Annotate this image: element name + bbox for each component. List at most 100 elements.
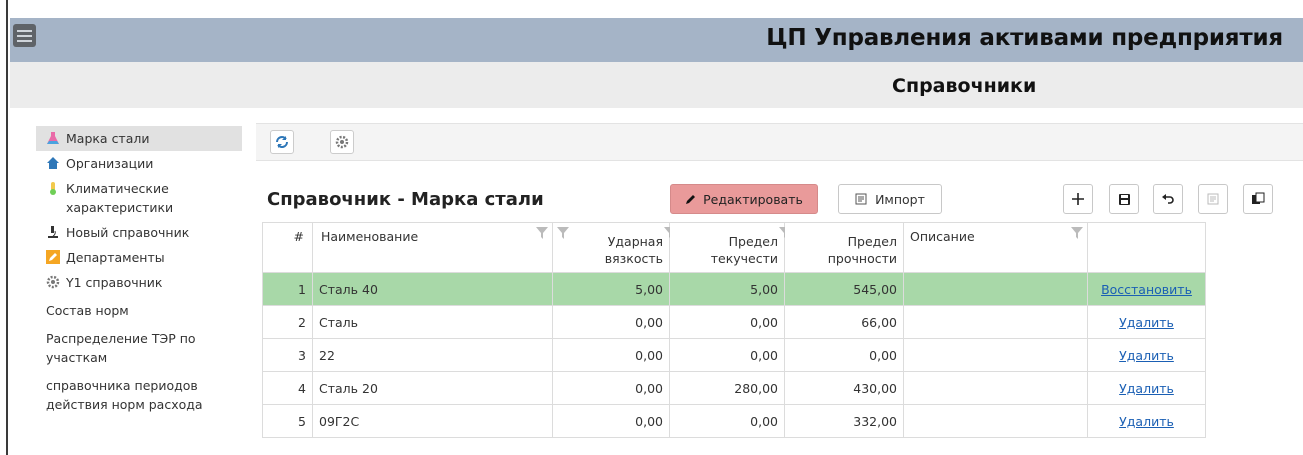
- copy-icon: [1252, 192, 1265, 204]
- cell-name[interactable]: Сталь 40: [312, 272, 553, 306]
- edit-button[interactable]: Редактировать: [670, 184, 818, 214]
- sidebar-item-organizations[interactable]: Организации: [36, 151, 242, 176]
- column-header-label: Ударная вязкость: [604, 234, 663, 266]
- steel-grade-table: # Наименование Ударная вязкость Предел т…: [262, 222, 1206, 438]
- sidebar-item-label: Распределение ТЭР по участкам: [46, 331, 196, 365]
- menu-bar: [17, 35, 32, 37]
- cell-num: 5: [262, 404, 313, 438]
- delete-link[interactable]: Удалить: [1119, 381, 1174, 396]
- import-button[interactable]: Импорт: [838, 184, 942, 214]
- sidebar-item-climate[interactable]: Климатические характеристики: [36, 176, 242, 220]
- sidebar-item-label: Департаменты: [66, 250, 165, 265]
- sidebar-item-departments[interactable]: Департаменты: [36, 245, 242, 270]
- cell-strength[interactable]: 430,00: [784, 371, 904, 405]
- cell-strength[interactable]: 66,00: [784, 305, 904, 339]
- sidebar-item-label: Y1 справочник: [66, 275, 163, 290]
- cell-strength[interactable]: 332,00: [784, 404, 904, 438]
- column-header-label: Описание: [910, 229, 975, 244]
- column-header-name: Наименование: [312, 222, 553, 273]
- filter-icon[interactable]: [536, 227, 548, 239]
- cell-strength[interactable]: 545,00: [784, 272, 904, 306]
- sidebar: Марка стали Организации Климатические ха…: [36, 126, 242, 417]
- cell-description[interactable]: [903, 404, 1088, 438]
- filter-icon[interactable]: [557, 227, 569, 239]
- dictionary-title: Справочник - Марка стали: [267, 189, 544, 210]
- pencil-icon: [46, 250, 60, 264]
- cell-impact[interactable]: 0,00: [552, 371, 670, 405]
- cell-num: 4: [262, 371, 313, 405]
- left-edge: [0, 0, 10, 455]
- cell-action: Удалить: [1087, 371, 1206, 405]
- filter-icon[interactable]: [1071, 227, 1083, 239]
- gear-icon: [46, 275, 60, 289]
- table-row: 3 22 0,00 0,00 0,00 Удалить: [262, 338, 1206, 372]
- toolbar: [256, 123, 1303, 161]
- sidebar-item-norms[interactable]: Состав норм: [36, 295, 242, 323]
- save-button[interactable]: [1109, 184, 1139, 214]
- sidebar-item-y1[interactable]: Y1 справочник: [36, 270, 242, 295]
- cell-yield[interactable]: 0,00: [669, 404, 785, 438]
- cell-impact[interactable]: 5,00: [552, 272, 670, 306]
- delete-link[interactable]: Удалить: [1119, 315, 1174, 330]
- column-header-actions: [1087, 222, 1206, 273]
- column-header-impact: Ударная вязкость: [552, 222, 676, 273]
- import-button-label: Импорт: [875, 191, 925, 207]
- refresh-button[interactable]: [270, 130, 294, 154]
- table-row: 5 09Г2С 0,00 0,00 332,00 Удалить: [262, 404, 1206, 438]
- export-button[interactable]: [1198, 184, 1228, 214]
- column-header-label: Предел текучести: [710, 234, 778, 266]
- cell-impact[interactable]: 0,00: [552, 404, 670, 438]
- sidebar-item-label: Состав норм: [46, 303, 129, 318]
- sidebar-item-norm-periods[interactable]: справочника периодов действия норм расхо…: [36, 370, 242, 417]
- app-header: ЦП Управления активами предприятия: [10, 18, 1303, 62]
- column-header-strength: Предел прочности: [784, 222, 904, 273]
- cell-action: Удалить: [1087, 404, 1206, 438]
- sidebar-item-label: справочника периодов действия норм расхо…: [46, 378, 203, 412]
- sidebar-item-label: Климатические характеристики: [66, 181, 174, 215]
- sidebar-item-ter-distribution[interactable]: Распределение ТЭР по участкам: [36, 323, 242, 370]
- delete-link[interactable]: Удалить: [1119, 348, 1174, 363]
- settings-button[interactable]: [330, 130, 354, 154]
- cell-yield[interactable]: 0,00: [669, 305, 785, 339]
- page-title: Справочники: [892, 75, 1037, 97]
- cell-action: Удалить: [1087, 305, 1206, 339]
- column-header-label: Предел прочности: [827, 234, 897, 266]
- cell-description[interactable]: [903, 371, 1088, 405]
- cell-num: 1: [262, 272, 313, 306]
- pencil-icon: [686, 195, 696, 204]
- delete-link[interactable]: Удалить: [1119, 414, 1174, 429]
- column-header-label: Наименование: [321, 229, 419, 244]
- import-icon: [855, 193, 867, 205]
- sidebar-item-steel-grade[interactable]: Марка стали: [36, 126, 242, 151]
- restore-link[interactable]: Восстановить: [1101, 282, 1192, 297]
- menu-bar: [17, 40, 32, 42]
- cell-description[interactable]: [903, 338, 1088, 372]
- cell-name[interactable]: Сталь: [312, 305, 553, 339]
- sidebar-item-label: Марка стали: [66, 131, 150, 146]
- cell-description[interactable]: [903, 272, 1088, 306]
- sidebar-item-new-dictionary[interactable]: Новый справочник: [36, 220, 242, 245]
- cell-name[interactable]: 22: [312, 338, 553, 372]
- thermometer-icon: [50, 182, 56, 195]
- cell-yield[interactable]: 5,00: [669, 272, 785, 306]
- menu-bar: [17, 30, 32, 32]
- section-header: Справочники: [10, 62, 1303, 108]
- cell-impact[interactable]: 0,00: [552, 338, 670, 372]
- cell-description[interactable]: [903, 305, 1088, 339]
- column-header-yield: Предел текучести: [669, 222, 791, 273]
- undo-icon: [1162, 194, 1174, 204]
- cell-yield[interactable]: 280,00: [669, 371, 785, 405]
- cell-yield[interactable]: 0,00: [669, 338, 785, 372]
- copy-button[interactable]: [1243, 184, 1273, 214]
- left-edge-line: [6, 0, 8, 455]
- table-row: 2 Сталь 0,00 0,00 66,00 Удалить: [262, 305, 1206, 339]
- cell-impact[interactable]: 0,00: [552, 305, 670, 339]
- cell-name[interactable]: Сталь 20: [312, 371, 553, 405]
- cell-name[interactable]: 09Г2С: [312, 404, 553, 438]
- undo-button[interactable]: [1153, 184, 1183, 214]
- edit-button-label: Редактировать: [703, 191, 803, 207]
- hamburger-menu-icon[interactable]: [13, 24, 36, 47]
- add-button[interactable]: [1063, 184, 1093, 214]
- cell-strength[interactable]: 0,00: [784, 338, 904, 372]
- app-title: ЦП Управления активами предприятия: [766, 25, 1283, 51]
